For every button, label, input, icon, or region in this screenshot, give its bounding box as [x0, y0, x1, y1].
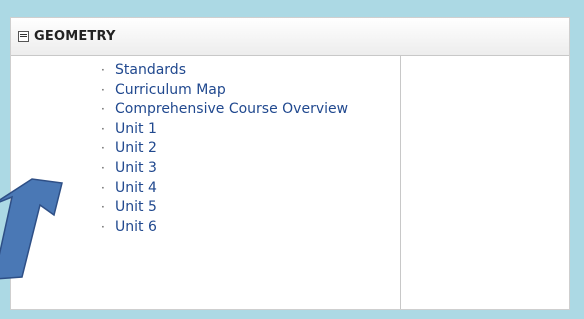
bullet-icon: · — [101, 141, 105, 156]
link-unit-6[interactable]: · Unit 6 — [100, 218, 380, 238]
link-curriculum-map[interactable]: · Curriculum Map — [100, 81, 380, 101]
geometry-panel: GEOMETRY · Standards · Curriculum Map · Com… — [10, 17, 570, 310]
panel-content: · Standards · Curriculum Map · Comprehensiv… — [11, 56, 569, 309]
panel-header[interactable]: GEOMETRY — [11, 18, 569, 56]
bullet-icon: · — [101, 82, 105, 97]
link-unit-2[interactable]: · Unit 2 — [100, 139, 380, 159]
bullet-icon: · — [101, 121, 105, 136]
collapse-icon[interactable] — [18, 31, 29, 42]
link-list: · Standards · Curriculum Map · Comprehensiv… — [100, 61, 380, 237]
arrow-icon — [0, 178, 63, 280]
link-unit-4[interactable]: · Unit 4 — [100, 179, 380, 199]
link-unit-1[interactable]: · Unit 1 — [100, 120, 380, 140]
link-unit-5[interactable]: · Unit 5 — [100, 198, 380, 218]
bullet-icon: · — [101, 63, 105, 77]
bullet-icon: · — [101, 219, 105, 234]
bullet-icon: · — [101, 180, 105, 195]
link-unit-3[interactable]: · Unit 3 — [100, 159, 380, 179]
bullet-icon: · — [101, 200, 105, 215]
link-comprehensive-course-overview[interactable]: · Comprehensive Course Overview — [100, 100, 380, 120]
bullet-icon: · — [101, 160, 105, 175]
column-divider — [400, 56, 401, 309]
link-standards[interactable]: · Standards — [100, 61, 380, 81]
panel-title: GEOMETRY — [34, 29, 116, 44]
bullet-icon: · — [101, 102, 105, 117]
